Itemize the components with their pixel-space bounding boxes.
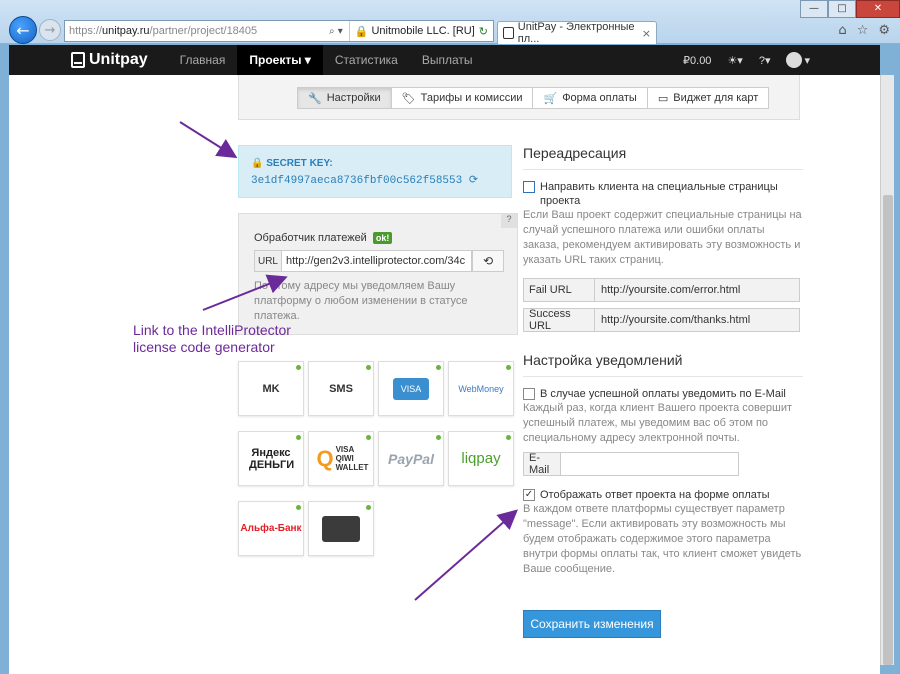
- annotation-arrow-secret: [179, 121, 238, 159]
- annotation-arrow-url: [202, 274, 288, 311]
- annotation-arrow-checkbox: [414, 509, 519, 601]
- annotation-arrows: [179, 121, 519, 601]
